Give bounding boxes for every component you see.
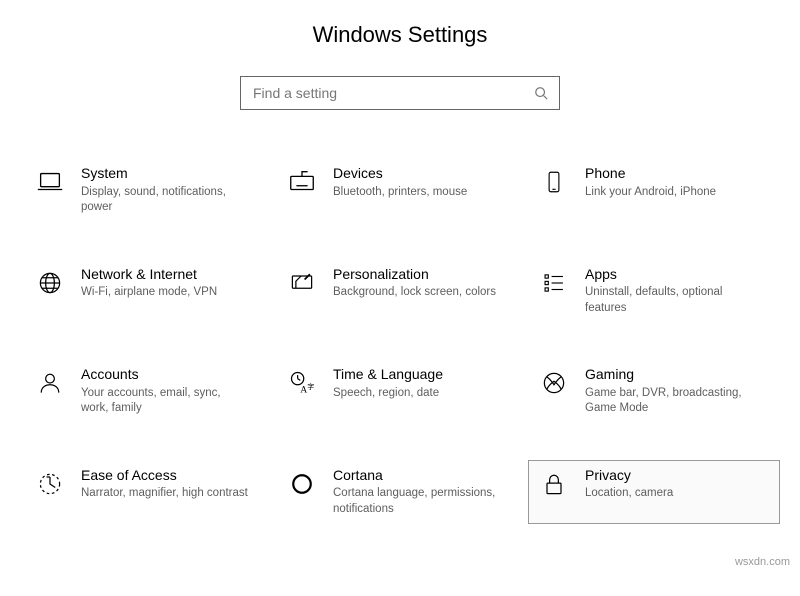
person-icon [33,366,67,400]
tile-title: Accounts [81,366,267,384]
tile-desc: Game bar, DVR, broadcasting, Game Mode [585,386,755,417]
watermark: wsxdn.com [735,556,790,568]
tile-desc: Bluetooth, printers, mouse [333,185,503,201]
tile-time-language[interactable]: A字 Time & Language Speech, region, date [276,359,528,424]
tile-title: Gaming [585,366,771,384]
tile-phone[interactable]: Phone Link your Android, iPhone [528,158,780,223]
tile-ease-of-access[interactable]: Ease of Access Narrator, magnifier, high… [24,460,276,525]
tile-title: Apps [585,266,771,284]
tile-desc: Background, lock screen, colors [333,285,503,301]
laptop-icon [33,165,67,199]
tile-title: Ease of Access [81,467,267,485]
tile-network[interactable]: Network & Internet Wi-Fi, airplane mode,… [24,259,276,324]
tile-desc: Location, camera [585,486,755,502]
tile-desc: Uninstall, defaults, optional features [585,285,755,316]
tile-privacy[interactable]: Privacy Location, camera [528,460,780,525]
tile-title: Network & Internet [81,266,267,284]
tile-apps[interactable]: Apps Uninstall, defaults, optional featu… [528,259,780,324]
tile-title: Devices [333,165,519,183]
tile-title: Cortana [333,467,519,485]
search-box[interactable] [240,76,560,110]
search-container [0,76,800,110]
tile-system[interactable]: System Display, sound, notifications, po… [24,158,276,223]
tile-personalization[interactable]: Personalization Background, lock screen,… [276,259,528,324]
tile-devices[interactable]: Devices Bluetooth, printers, mouse [276,158,528,223]
ease-of-access-icon [33,467,67,501]
apps-list-icon [537,266,571,300]
tile-desc: Cortana language, permissions, notificat… [333,486,503,517]
tile-gaming[interactable]: Gaming Game bar, DVR, broadcasting, Game… [528,359,780,424]
paintbrush-icon [285,266,319,300]
tile-title: Personalization [333,266,519,284]
settings-grid: System Display, sound, notifications, po… [0,158,800,524]
tile-title: Privacy [585,467,771,485]
cortana-icon [285,467,319,501]
phone-icon [537,165,571,199]
xbox-icon [537,366,571,400]
search-input[interactable] [251,84,533,102]
keyboard-icon [285,165,319,199]
tile-accounts[interactable]: Accounts Your accounts, email, sync, wor… [24,359,276,424]
tile-title: System [81,165,267,183]
globe-icon [33,266,67,300]
tile-desc: Speech, region, date [333,386,503,402]
lock-icon [537,467,571,501]
tile-desc: Your accounts, email, sync, work, family [81,386,251,417]
tile-title: Phone [585,165,771,183]
tile-desc: Display, sound, notifications, power [81,185,251,216]
search-icon [533,85,549,101]
tile-desc: Narrator, magnifier, high contrast [81,486,251,502]
tile-desc: Wi-Fi, airplane mode, VPN [81,285,251,301]
time-language-icon: A字 [285,366,319,400]
svg-text:字: 字 [307,382,314,391]
page-title: Windows Settings [0,22,800,48]
tile-desc: Link your Android, iPhone [585,185,755,201]
svg-text:A: A [300,385,307,396]
tile-title: Time & Language [333,366,519,384]
tile-cortana[interactable]: Cortana Cortana language, permissions, n… [276,460,528,525]
